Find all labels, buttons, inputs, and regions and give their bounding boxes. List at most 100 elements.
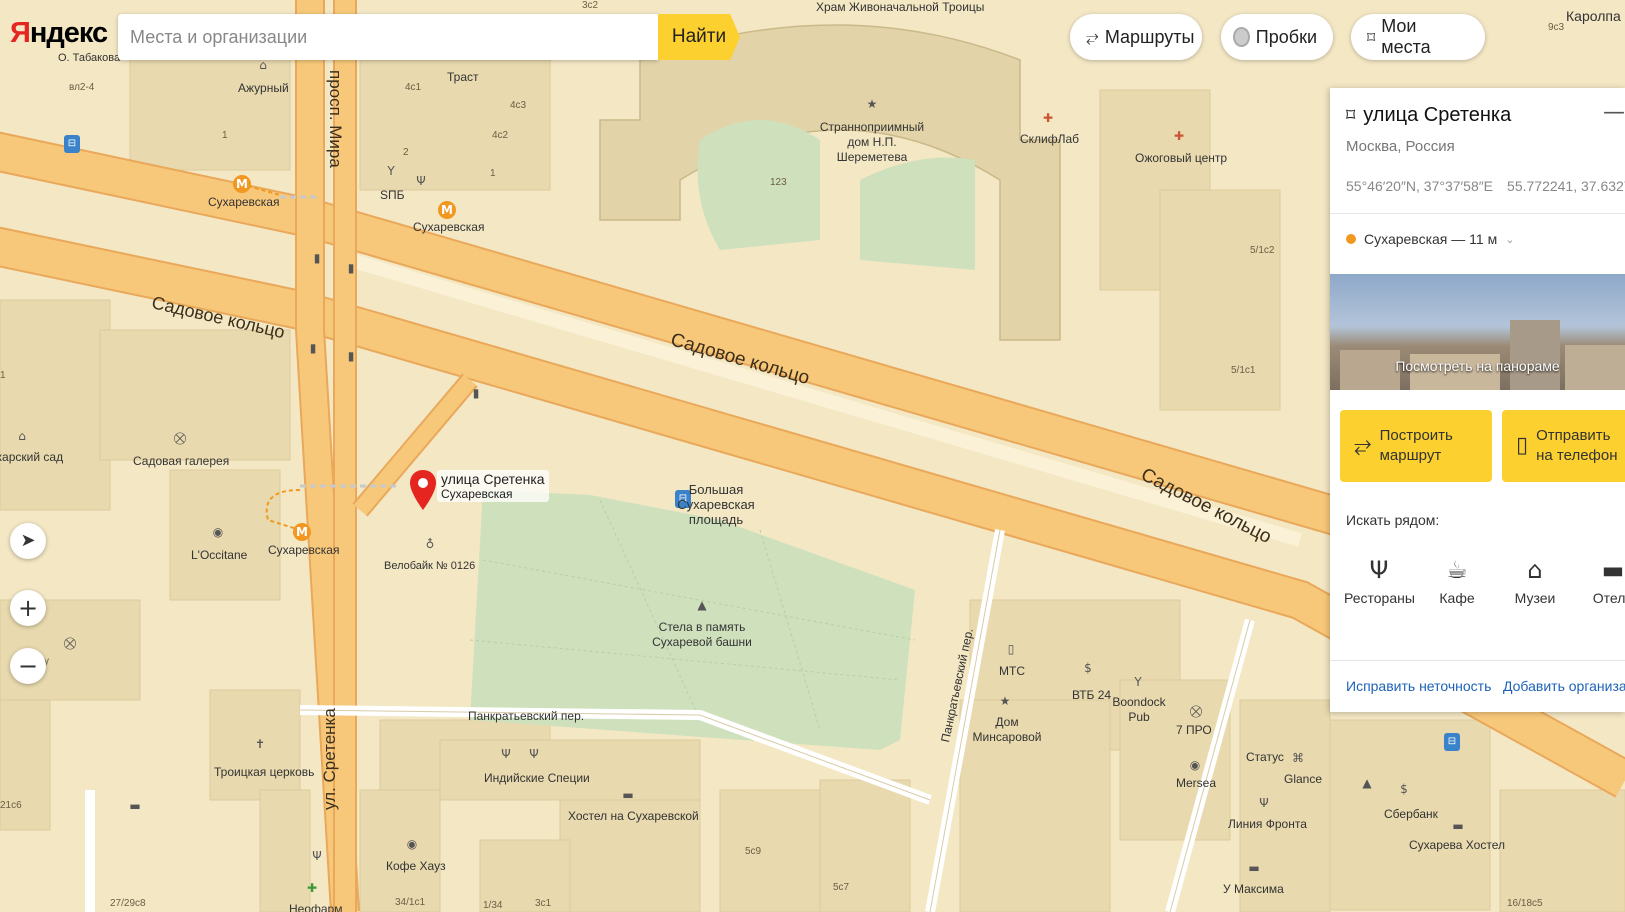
place-coordinates[interactable]: 55°46′20″N, 37°37′58″E 55.772241, 37.6327…	[1346, 178, 1625, 194]
house-number: 5с9	[745, 846, 762, 857]
coords-decimal: 55.772241, 37.632751	[1507, 178, 1625, 194]
shop-icon[interactable]: ◉	[210, 524, 226, 540]
bank-icon[interactable]: $	[1080, 660, 1096, 676]
fix-error-link[interactable]: Исправить неточность	[1346, 678, 1491, 694]
place-label: Неофарм	[289, 902, 343, 912]
hotel-icon[interactable]: ▬	[1246, 860, 1262, 876]
clothes-icon[interactable]: ⌘	[1290, 750, 1306, 766]
send-to-phone-label: Отправить на телефон	[1536, 427, 1618, 464]
pharmacy-icon[interactable]: ✚	[304, 880, 320, 896]
bookmark-icon: ⌑	[1367, 27, 1376, 47]
traffic-light-icon: ▮	[309, 341, 317, 355]
house-number: 5/1с2	[1250, 245, 1275, 256]
location-pin-icon[interactable]	[410, 470, 436, 510]
pin-label: улица Сретенка Сухаревская	[437, 470, 549, 502]
shop-icon[interactable]: ⛒	[172, 430, 188, 446]
my-places-button[interactable]: ⌑ Мои места	[1351, 14, 1485, 60]
divider	[1330, 213, 1625, 214]
bookmark-icon[interactable]: ⌑	[1346, 105, 1355, 126]
shop-icon[interactable]: ⛒	[1188, 703, 1204, 719]
build-route-button[interactable]: ⥂ Построить маршрут	[1340, 410, 1492, 482]
coords-dms: 55°46′20″N, 37°37′58″E	[1346, 178, 1494, 194]
museum-icon[interactable]: ⌂	[14, 428, 30, 444]
monument-icon[interactable]: ▲	[694, 597, 710, 613]
bar-icon[interactable]: Y	[1130, 674, 1146, 690]
house-number: 1	[490, 168, 496, 179]
pin-title: улица Сретенка	[441, 471, 545, 487]
hotel-icon[interactable]: ▬	[1450, 818, 1466, 834]
locate-button[interactable]: ➤	[10, 523, 46, 559]
search-nearby-label: Искать рядом:	[1346, 512, 1440, 528]
house-number: 1	[222, 130, 228, 141]
house-number: 1/34	[483, 900, 503, 911]
place-label: СклифЛаб	[1020, 132, 1080, 146]
cafe-icon[interactable]: ◉	[404, 836, 420, 852]
medical-icon[interactable]: ✚	[1040, 110, 1056, 126]
place-label: Сбербанк	[1384, 807, 1438, 821]
medical-icon[interactable]: ✚	[1171, 128, 1187, 144]
house-number: 9с3	[1548, 22, 1565, 33]
place-label: Индийские Специи	[484, 771, 590, 785]
category-label: Рестораны	[1344, 590, 1415, 606]
send-to-phone-button[interactable]: ▯ Отправить на телефон	[1502, 410, 1625, 482]
shop-icon[interactable]: ▲	[1359, 775, 1375, 791]
search-input[interactable]	[118, 14, 658, 60]
nearest-metro-text: Сухаревская — 11 м	[1364, 231, 1498, 247]
zoom-in-button[interactable]: +	[10, 590, 46, 626]
place-label: SПБ	[380, 188, 405, 202]
metro-icon[interactable]: М	[293, 523, 311, 541]
landmark-icon[interactable]: ★	[997, 693, 1013, 709]
bar-icon[interactable]: Y	[383, 163, 399, 179]
place-label: Странноприимный дом Н.П. Шереметева	[819, 120, 925, 164]
place-label: ВТБ 24	[1072, 688, 1112, 702]
category-cafe[interactable]: ☕ Кафе	[1422, 550, 1492, 606]
category-hotels[interactable]: ▬ Отели	[1578, 550, 1625, 606]
category-restaurants[interactable]: Ψ Рестораны	[1344, 550, 1415, 606]
zoom-out-button[interactable]: −	[10, 648, 46, 684]
place-label: Glance	[1284, 772, 1323, 786]
yandex-logo[interactable]: Яндекс	[10, 17, 108, 50]
find-button[interactable]: Найти	[658, 14, 740, 60]
phone-shop-icon[interactable]: ▯	[1003, 641, 1019, 657]
hotel-icon[interactable]: ▬	[127, 798, 143, 814]
collapse-icon[interactable]: —	[1603, 100, 1625, 125]
place-label: Ожоговый центр	[1135, 151, 1228, 165]
routes-button[interactable]: ⥂ Маршруты	[1070, 14, 1202, 60]
hotel-icon[interactable]: ▬	[620, 787, 636, 803]
shop-icon[interactable]: ⛒	[62, 635, 78, 651]
search-box[interactable]	[118, 14, 658, 60]
traffic-button[interactable]: Пробки	[1221, 14, 1333, 60]
place-label: 123	[770, 177, 787, 188]
nearest-metro[interactable]: Сухаревская — 11 м ⌄	[1346, 231, 1514, 247]
house-number: 27/29с8	[110, 898, 146, 909]
place-label: У Максима	[1223, 882, 1284, 896]
house-number: 5/1с1	[1231, 365, 1256, 376]
bank-icon[interactable]: $	[1396, 781, 1412, 797]
bus-stop-icon[interactable]: ⊟	[1444, 733, 1460, 751]
metro-icon[interactable]: М	[233, 175, 251, 193]
restaurant-icon[interactable]: Ψ	[309, 848, 325, 864]
restaurant-icon[interactable]: Ψ	[413, 173, 429, 189]
category-museums[interactable]: ⌂ Музеи	[1500, 550, 1570, 606]
coffee-cup-icon: ☕	[1446, 556, 1468, 584]
house-number: 34/1с1	[395, 897, 426, 908]
place-label: 7 ПРО	[1176, 723, 1212, 737]
place-label: Каролпа	[1566, 8, 1621, 24]
restaurant-icon[interactable]: Ψ	[1256, 795, 1272, 811]
bike-icon[interactable]: ♁	[422, 536, 438, 552]
church-icon[interactable]: ✝	[252, 736, 268, 752]
road-label-mira: просп. Мира	[326, 70, 345, 168]
traffic-light-icon: ▮	[347, 349, 355, 363]
add-organization-link[interactable]: Добавить организацию	[1503, 678, 1625, 694]
metro-icon[interactable]: М	[438, 201, 456, 219]
bus-stop-icon[interactable]: ⊟	[64, 135, 80, 153]
place-label: Линия Фронта	[1228, 817, 1307, 831]
landmark-icon[interactable]: ★	[864, 96, 880, 112]
panorama-preview[interactable]: Посмотреть на панораме	[1330, 274, 1625, 390]
place-label: Статус	[1246, 750, 1284, 764]
shop-icon[interactable]: ◉	[1187, 757, 1203, 773]
restaurant-icon[interactable]: Ψ	[498, 746, 514, 762]
place-label: Большая Сухаревская площадь	[677, 482, 755, 527]
route-icon: ⥂	[1086, 27, 1099, 46]
restaurant-icon[interactable]: Ψ	[526, 746, 542, 762]
